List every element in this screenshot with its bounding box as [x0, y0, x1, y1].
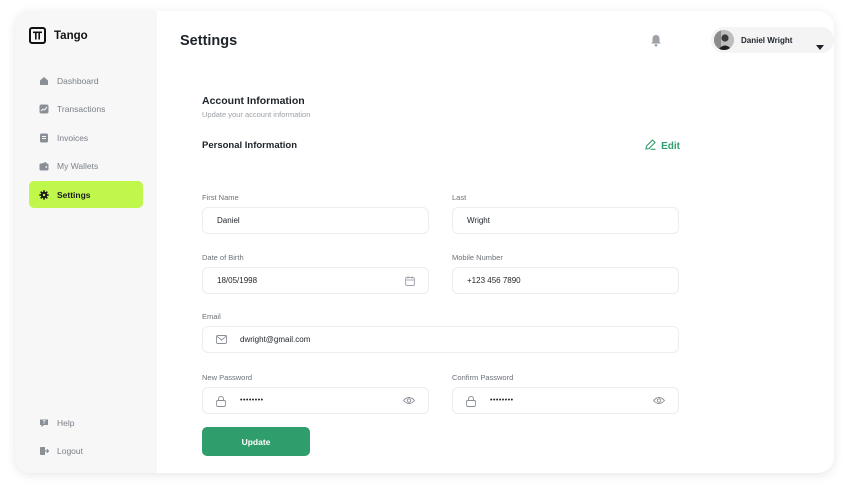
sidebar-item-label: Transactions	[57, 104, 106, 114]
gear-icon	[39, 189, 49, 200]
sidebar-item-transactions[interactable]: Transactions	[29, 96, 143, 123]
update-button[interactable]: Update	[202, 427, 310, 456]
mobile-label: Mobile Number	[452, 253, 503, 262]
new-password-label: New Password	[202, 373, 253, 382]
user-name: Daniel Wright	[741, 35, 793, 45]
svg-text:?: ?	[42, 420, 45, 426]
invoice-icon	[39, 133, 49, 143]
sidebar-item-logout[interactable]: Logout	[29, 438, 143, 465]
mail-icon	[216, 335, 227, 346]
lock-icon	[466, 396, 476, 409]
eye-icon[interactable]	[402, 396, 416, 407]
last-name-label: Last	[452, 193, 467, 202]
dob-label: Date of Birth	[202, 253, 244, 262]
chevron-down-icon	[816, 37, 824, 55]
sidebar-item-label: Logout	[57, 446, 83, 456]
sidebar-item-my-wallets[interactable]: My Wallets	[29, 153, 143, 180]
sidebar-item-label: Help	[57, 417, 75, 428]
confirm-password-value: ••••••••	[490, 397, 514, 404]
new-password-field[interactable]: ••••••••	[202, 387, 429, 414]
dob-field[interactable]: 18/05/1998	[202, 267, 429, 294]
first-name-field[interactable]: Daniel	[202, 207, 429, 234]
wallet-icon	[39, 161, 49, 171]
tango-logo-icon	[29, 27, 46, 44]
page-title: Settings	[180, 33, 238, 49]
confirm-password-field[interactable]: ••••••••	[452, 387, 679, 414]
calendar-icon[interactable]	[405, 276, 415, 288]
confirm-password-label: Confirm Password	[452, 373, 514, 382]
avatar	[714, 30, 734, 50]
section-title: Account Information	[202, 95, 305, 107]
logo: Tango	[29, 27, 88, 44]
top-bar: Settings Daniel Wright	[180, 27, 834, 53]
edit-label: Edit	[661, 140, 680, 152]
personal-info-header: Personal Information Edit	[202, 139, 680, 154]
account-section: Account Information Update your account …	[202, 95, 680, 456]
help-icon: ?	[39, 418, 49, 428]
sidebar-item-label: Settings	[57, 189, 91, 200]
edit-button[interactable]: Edit	[645, 139, 680, 153]
sidebar-item-settings[interactable]: Settings	[29, 181, 143, 208]
sidebar-bottom-nav: ? Help Logout	[29, 409, 143, 466]
sidebar-item-label: Dashboard	[57, 75, 99, 86]
sidebar-item-help[interactable]: ? Help	[29, 409, 143, 436]
home-icon	[39, 76, 49, 86]
sidebar-item-dashboard[interactable]: Dashboard	[29, 67, 143, 94]
mobile-value: +123 456 7890	[467, 276, 521, 285]
section-subtitle: Update your account information	[202, 110, 311, 119]
personal-info-title: Personal Information	[202, 140, 298, 151]
bell-icon[interactable]	[650, 34, 664, 48]
eye-icon[interactable]	[652, 396, 666, 407]
sidebar-item-invoices[interactable]: Invoices	[29, 124, 143, 151]
first-name-value: Daniel	[217, 216, 240, 225]
user-menu[interactable]: Daniel Wright	[711, 27, 834, 53]
sidebar-item-label: My Wallets	[57, 161, 99, 171]
chart-icon	[39, 104, 49, 114]
dob-value: 18/05/1998	[217, 276, 258, 285]
email-field[interactable]: dwright@gmail.com	[202, 326, 679, 353]
last-name-value: Wright	[467, 216, 490, 225]
app-window: Tango Dashboard Transactions Invoices My…	[15, 11, 834, 473]
app-name: Tango	[54, 29, 88, 42]
email-label: Email	[202, 312, 221, 321]
logout-icon	[39, 446, 49, 456]
last-name-field[interactable]: Wright	[452, 207, 679, 234]
mobile-field[interactable]: +123 456 7890	[452, 267, 679, 294]
main-content: Settings Daniel Wright Account Informati…	[157, 11, 834, 473]
first-name-label: First Name	[202, 193, 239, 202]
sidebar: Tango Dashboard Transactions Invoices My…	[15, 11, 157, 473]
sidebar-item-label: Invoices	[57, 132, 89, 143]
lock-icon	[216, 396, 226, 409]
new-password-value: ••••••••	[240, 397, 264, 404]
sidebar-nav: Dashboard Transactions Invoices My Walle…	[29, 67, 143, 210]
pencil-icon	[645, 139, 656, 153]
